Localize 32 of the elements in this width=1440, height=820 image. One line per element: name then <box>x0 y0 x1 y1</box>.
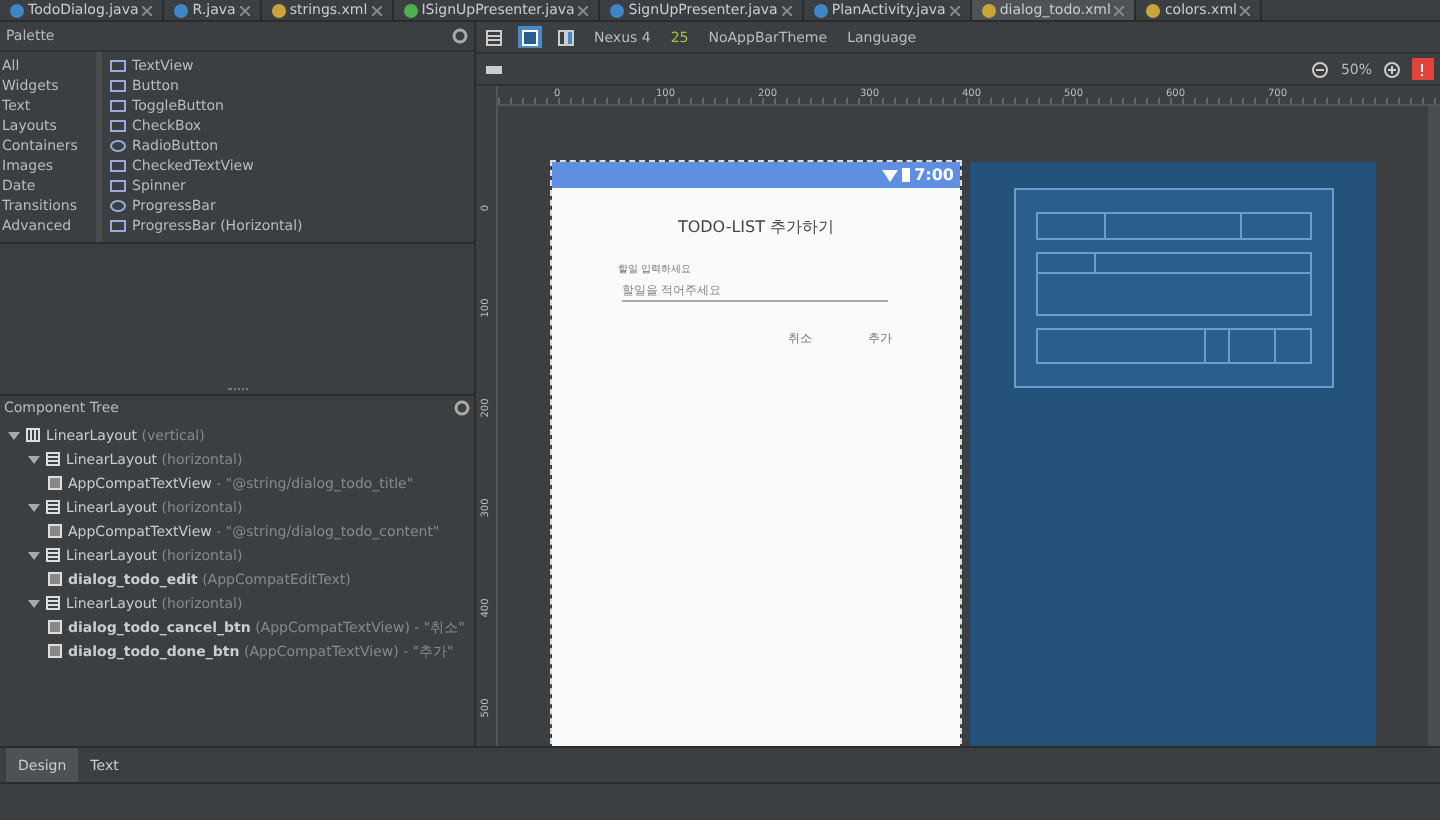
close-icon[interactable] <box>142 5 153 15</box>
file-icon <box>10 3 24 17</box>
file-icon <box>813 3 828 17</box>
status-time: 7:00 <box>914 166 954 184</box>
expand-arrow-icon[interactable] <box>28 454 40 466</box>
close-icon[interactable] <box>371 5 382 15</box>
file-icon <box>174 3 189 17</box>
file-icon <box>403 3 418 17</box>
zoom-out-button[interactable] <box>1308 58 1333 80</box>
zoom-in-button[interactable] <box>1380 58 1404 80</box>
file-icon <box>1146 3 1161 17</box>
file-icon <box>981 3 996 17</box>
expand-arrow-icon[interactable] <box>28 598 40 610</box>
expand-arrow-icon[interactable] <box>28 502 40 514</box>
close-icon[interactable] <box>1240 5 1251 15</box>
close-icon[interactable] <box>578 5 589 15</box>
blueprint-view-button[interactable] <box>518 26 542 48</box>
close-icon[interactable] <box>239 5 250 15</box>
close-icon[interactable] <box>781 5 792 15</box>
dialog-title: TODO-LIST 추가하기 <box>675 216 837 238</box>
file-icon <box>271 3 286 17</box>
error-button[interactable] <box>1412 58 1434 80</box>
expand-arrow-icon[interactable] <box>8 430 20 442</box>
design-view-button[interactable] <box>482 26 506 48</box>
expand-arrow-icon[interactable] <box>28 550 40 562</box>
split-view-button[interactable] <box>554 26 578 48</box>
close-icon[interactable] <box>949 5 960 15</box>
layout-icon <box>486 61 502 77</box>
error-icon <box>1416 61 1428 77</box>
wifi-icon <box>882 169 899 181</box>
battery-icon <box>902 168 911 182</box>
file-icon <box>610 3 625 17</box>
